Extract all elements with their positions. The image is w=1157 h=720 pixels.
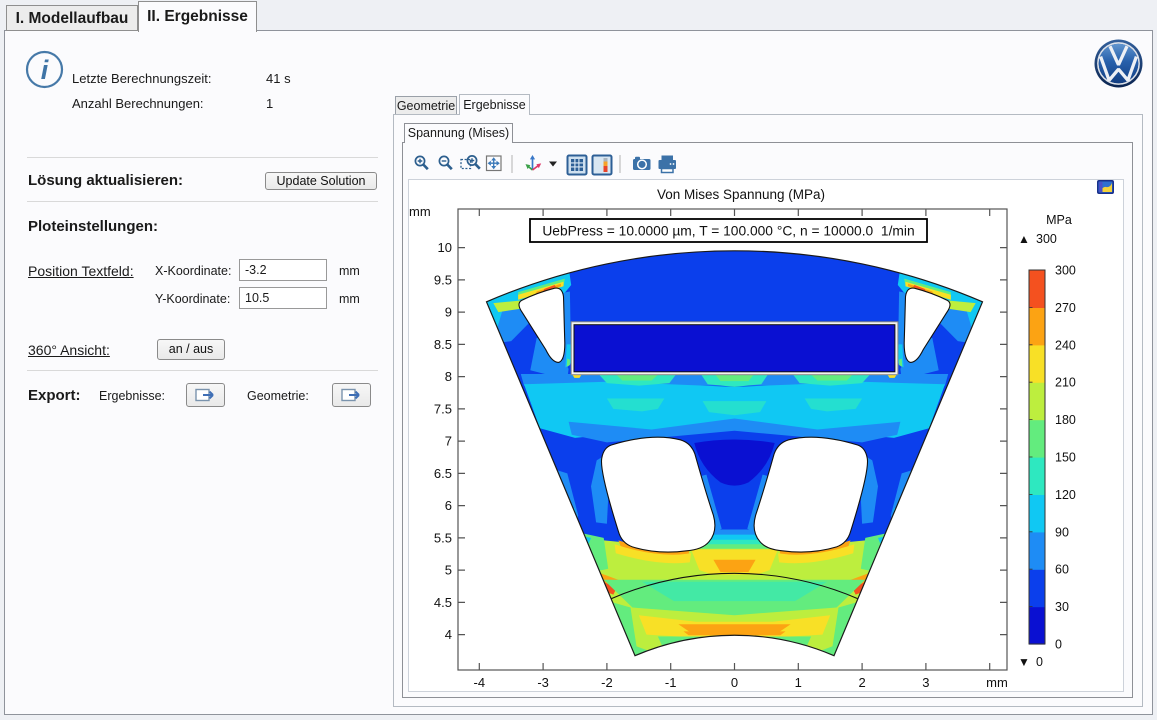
svg-text:3: 3: [922, 675, 929, 690]
svg-text:180: 180: [1055, 413, 1076, 427]
svg-text:MPa: MPa: [1046, 213, 1072, 227]
svg-text:300: 300: [1036, 232, 1057, 246]
svg-text:60: 60: [1055, 563, 1069, 577]
svg-text:-4: -4: [474, 675, 486, 690]
svg-text:0: 0: [731, 675, 738, 690]
svg-text:10: 10: [438, 240, 452, 255]
svg-text:120: 120: [1055, 488, 1076, 502]
svg-text:UebPress = 10.0000 µm, T = 100: UebPress = 10.0000 µm, T = 100.000 °C, n…: [542, 224, 914, 239]
svg-text:0: 0: [1055, 638, 1062, 652]
svg-text:4: 4: [445, 627, 452, 642]
svg-text:90: 90: [1055, 525, 1069, 539]
svg-text:9: 9: [445, 305, 452, 320]
svg-text:270: 270: [1055, 301, 1076, 315]
svg-text:-2: -2: [601, 675, 613, 690]
svg-text:300: 300: [1055, 264, 1076, 278]
svg-text:8.5: 8.5: [434, 337, 452, 352]
svg-text:Von Mises Spannung (MPa): Von Mises Spannung (MPa): [657, 187, 825, 202]
svg-text:7.5: 7.5: [434, 401, 452, 416]
svg-text:2: 2: [858, 675, 865, 690]
svg-text:1: 1: [795, 675, 802, 690]
svg-text:mm: mm: [986, 675, 1008, 690]
svg-text:-3: -3: [537, 675, 549, 690]
svg-text:210: 210: [1055, 376, 1076, 390]
svg-text:30: 30: [1055, 600, 1069, 614]
svg-text:▼: ▼: [1018, 655, 1030, 669]
svg-text:8: 8: [445, 369, 452, 384]
svg-text:6: 6: [445, 498, 452, 513]
svg-text:0: 0: [1036, 655, 1043, 669]
svg-text:7: 7: [445, 434, 452, 449]
svg-text:-1: -1: [665, 675, 677, 690]
svg-text:6.5: 6.5: [434, 466, 452, 481]
svg-text:240: 240: [1055, 338, 1076, 352]
svg-text:4.5: 4.5: [434, 595, 452, 610]
svg-text:▲: ▲: [1018, 232, 1030, 246]
svg-text:mm: mm: [409, 204, 431, 219]
svg-text:5.5: 5.5: [434, 530, 452, 545]
svg-text:9.5: 9.5: [434, 272, 452, 287]
svg-text:150: 150: [1055, 451, 1076, 465]
svg-text:5: 5: [445, 563, 452, 578]
